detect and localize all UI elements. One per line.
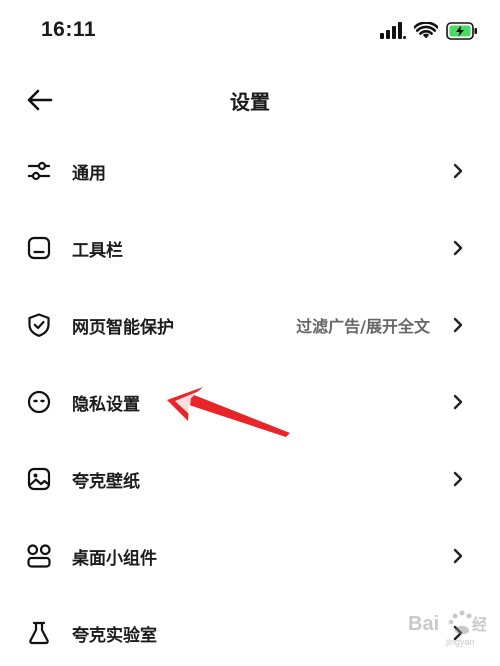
shield-check-icon <box>26 312 52 338</box>
settings-item-toolbar[interactable]: 工具栏 <box>0 212 500 282</box>
item-value: 过滤广告/展开全文 <box>296 317 430 336</box>
svg-text:jingyan: jingyan <box>445 637 475 647</box>
baidu-watermark-logo: Bai 经 jingyan <box>408 610 488 647</box>
battery-charging-icon <box>446 22 477 40</box>
sliders-icon <box>26 158 52 184</box>
watermark: Bai 经 jingyan <box>406 604 488 652</box>
wallpaper-icon <box>26 466 52 492</box>
chevron-right-icon <box>453 163 463 179</box>
item-label: 网页智能保护 <box>72 318 174 338</box>
item-label: 夸克壁纸 <box>72 472 140 492</box>
item-label: 通用 <box>72 164 106 184</box>
chevron-right-icon <box>453 471 463 487</box>
signal-icon <box>380 22 406 39</box>
chevron-right-icon <box>453 548 463 564</box>
chevron-right-icon <box>453 240 463 256</box>
chevron-right-icon <box>453 394 463 410</box>
settings-item-wallpaper[interactable]: 夸克壁纸 <box>0 443 500 513</box>
settings-item-general[interactable]: 通用 <box>0 135 500 205</box>
svg-text:Bai: Bai <box>408 613 439 635</box>
settings-item-widgets[interactable]: 桌面小组件 <box>0 520 500 590</box>
item-label: 隐私设置 <box>72 395 140 415</box>
status-icons <box>380 18 478 44</box>
toolbar-icon <box>26 235 52 261</box>
settings-item-privacy[interactable]: 隐私设置 <box>0 366 500 436</box>
status-bar: 16:11 <box>0 0 500 62</box>
item-label: 桌面小组件 <box>72 549 157 569</box>
widgets-icon <box>26 543 52 569</box>
chevron-right-icon <box>453 317 463 333</box>
item-label: 工具栏 <box>72 241 123 261</box>
svg-text:经: 经 <box>472 615 486 634</box>
privacy-face-icon <box>26 389 52 415</box>
wifi-icon <box>414 22 438 39</box>
flask-icon <box>26 620 52 646</box>
page-title: 设置 <box>230 90 270 114</box>
item-label: 夸克实验室 <box>72 626 157 646</box>
status-time: 16:11 <box>41 18 97 41</box>
settings-item-web-protection[interactable]: 网页智能保护 过滤广告/展开全文 <box>0 289 500 359</box>
header: 设置 <box>0 72 500 128</box>
